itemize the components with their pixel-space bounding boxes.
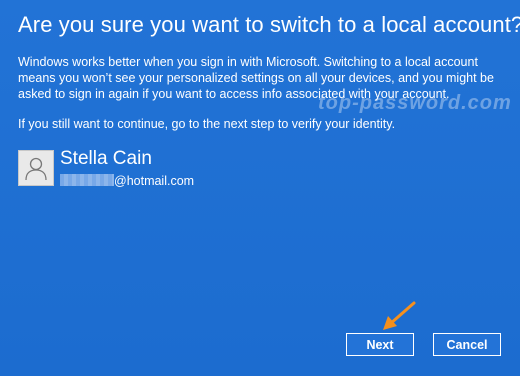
account-email-domain: @hotmail.com — [114, 174, 195, 188]
dialog-title: Are you sure you want to switch to a loc… — [18, 12, 520, 37]
person-icon — [25, 157, 47, 181]
arrow-pointer-icon — [383, 301, 416, 330]
next-button[interactable]: Next — [346, 333, 414, 356]
dialog-instruction: If you still want to continue, go to the… — [18, 117, 396, 131]
cancel-button[interactable]: Cancel — [433, 333, 501, 356]
account-name: Stella Cain — [60, 148, 152, 169]
watermark: top-password.com — [318, 92, 512, 114]
switch-local-account-dialog: Are you sure you want to switch to a loc… — [0, 0, 520, 376]
redacted-email-blur — [60, 174, 114, 186]
avatar — [18, 150, 54, 186]
account-email: @hotmail.com — [60, 173, 194, 189]
